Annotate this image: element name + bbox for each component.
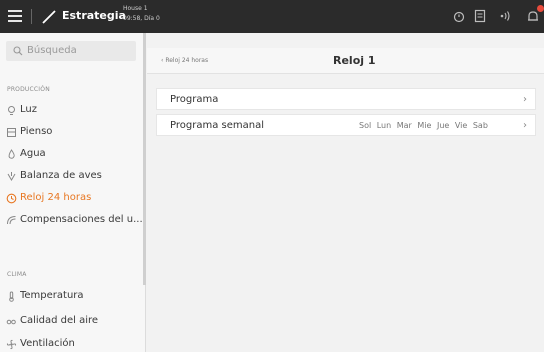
sidebar-item-label: Balanza de aves bbox=[20, 170, 102, 181]
alarm-icon[interactable] bbox=[452, 9, 466, 23]
row-label: Programa bbox=[170, 94, 219, 105]
drop-icon bbox=[8, 149, 15, 159]
page-header: ‹ Reloj 24 horas Reloj 1 bbox=[147, 48, 544, 74]
row-label: Programa semanal bbox=[170, 120, 264, 131]
sidebar-item-calidad-aire[interactable]: Calidad del aire bbox=[0, 311, 145, 333]
sidebar-item-ventilacion[interactable]: Ventilación bbox=[0, 334, 145, 352]
search-placeholder: Búsqueda bbox=[27, 45, 77, 56]
row-programa[interactable]: Programa › bbox=[156, 88, 536, 110]
sidebar-item-label: Calidad del aire bbox=[20, 315, 99, 326]
document-icon[interactable] bbox=[473, 9, 487, 23]
chart-icon bbox=[42, 10, 56, 24]
sidebar-item-label: Ventilación bbox=[20, 338, 75, 349]
sidebar-item-reloj[interactable]: Reloj 24 horas bbox=[0, 188, 145, 210]
section-label-clima: CLIMA bbox=[7, 271, 27, 278]
sidebar: Búsqueda PRODUCCIÓN Luz Pienso Agua Bala… bbox=[0, 33, 146, 352]
topbar-divider bbox=[31, 9, 32, 24]
section-label-produccion: PRODUCCIÓN bbox=[7, 86, 50, 93]
house-time: 09:58, Día 0 bbox=[123, 15, 160, 22]
sidebar-item-balanza[interactable]: Balanza de aves bbox=[0, 166, 145, 188]
app-title[interactable]: Estrategia bbox=[62, 9, 126, 22]
row-programa-semanal[interactable]: Programa semanal Sol Lun Mar Mie Jue Vie… bbox=[156, 114, 536, 136]
chevron-right-icon: › bbox=[523, 94, 527, 105]
sidebar-item-label: Compensaciones del u... bbox=[20, 214, 143, 225]
back-link-label: Reloj 24 horas bbox=[165, 57, 209, 64]
sidebar-scrollbar[interactable] bbox=[143, 33, 146, 285]
sidebar-item-compensaciones[interactable]: Compensaciones del u... bbox=[0, 210, 145, 232]
back-link[interactable]: ‹ Reloj 24 horas bbox=[161, 57, 208, 64]
scale-icon bbox=[7, 172, 16, 181]
chevron-right-icon: › bbox=[523, 120, 527, 131]
sidebar-item-pienso[interactable]: Pienso bbox=[0, 122, 145, 144]
sidebar-item-label: Temperatura bbox=[20, 290, 84, 301]
fan-icon bbox=[6, 339, 17, 350]
sidebar-item-label: Pienso bbox=[20, 126, 53, 137]
sidebar-item-agua[interactable]: Agua bbox=[0, 144, 145, 166]
sidebar-item-label: Agua bbox=[20, 148, 46, 159]
sidebar-item-label: Luz bbox=[20, 104, 37, 115]
search-icon bbox=[13, 46, 23, 56]
weekday-list: Sol Lun Mar Mie Jue Vie Sab bbox=[359, 121, 488, 130]
sidebar-item-label: Reloj 24 horas bbox=[20, 192, 92, 203]
search-input[interactable]: Búsqueda bbox=[6, 41, 136, 61]
sidebar-item-temperatura[interactable]: Temperatura bbox=[0, 286, 145, 308]
top-bar: Estrategia House 1 09:58, Día 0 bbox=[0, 0, 544, 33]
bulb-icon bbox=[8, 106, 15, 115]
page-title: Reloj 1 bbox=[333, 54, 376, 67]
thermometer-icon bbox=[9, 291, 14, 302]
notification-badge bbox=[537, 5, 544, 12]
house-name: House 1 bbox=[123, 5, 148, 12]
sidebar-item-luz[interactable]: Luz bbox=[0, 100, 145, 122]
menu-icon[interactable] bbox=[8, 10, 22, 22]
clock-icon bbox=[6, 193, 17, 204]
broadcast-icon[interactable] bbox=[498, 9, 512, 23]
compensation-icon bbox=[7, 216, 16, 225]
feed-icon bbox=[7, 128, 16, 137]
air-icon bbox=[6, 319, 16, 325]
